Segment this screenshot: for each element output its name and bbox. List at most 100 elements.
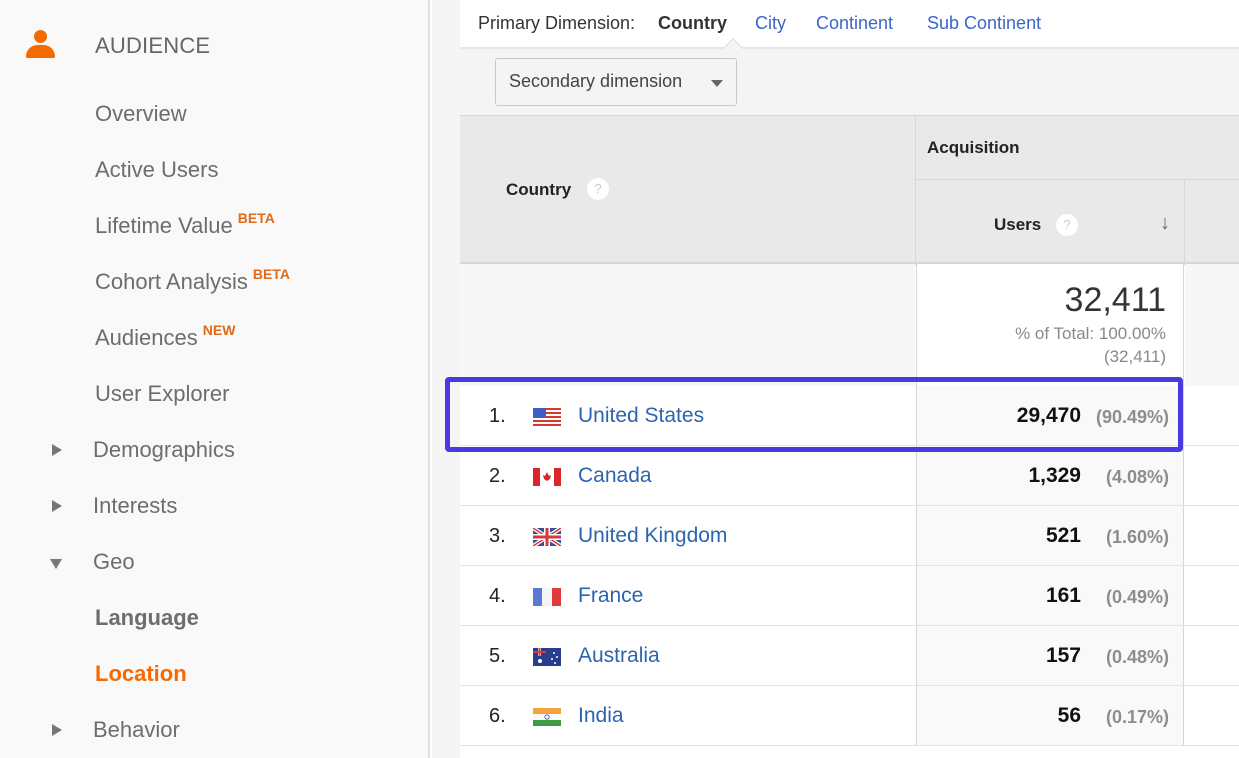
users-percent: (1.60%) (1105, 527, 1169, 547)
dimension-country-current: Country (658, 13, 727, 33)
sort-descending-icon[interactable]: ↓ (1160, 212, 1170, 235)
users-cell: 56 (0.17%) (916, 686, 1184, 745)
table-row: 2. Canada 1,329 (4.08%) (460, 446, 1239, 506)
country-link[interactable]: Canada (578, 464, 652, 488)
header-divider (916, 179, 1239, 180)
users-cell: 521 (1.60%) (916, 506, 1184, 565)
dimension-continent-link[interactable]: Continent (816, 13, 893, 34)
table-header: Country ? Acquisition Users ? ↓ (460, 115, 1239, 265)
sidebar-item-behavior[interactable]: Behavior (93, 717, 180, 743)
users-value: 1,329 (1028, 464, 1081, 487)
total-absolute-line: (32,411) (1103, 347, 1166, 366)
row-rank: 3. (489, 525, 506, 547)
au-flag-icon (533, 648, 561, 666)
total-row: 32,411 % of Total: 100.00% (32,411) (460, 264, 1239, 386)
sidebar-item-label: Behavior (93, 717, 180, 742)
country-link[interactable]: Australia (578, 644, 660, 668)
sidebar-item-label: Audiences (95, 325, 198, 350)
row-rank: 2. (489, 465, 506, 487)
total-label-cell (460, 264, 915, 386)
users-value: 521 (1045, 524, 1081, 547)
users-column-header[interactable]: Users (994, 215, 1041, 235)
country-link[interactable]: India (578, 704, 624, 728)
column-divider (915, 116, 916, 265)
sidebar: AUDIENCE Overview Active Users Lifetime … (0, 0, 430, 758)
secondary-dimension-label: Secondary dimension (509, 71, 683, 91)
sidebar-item-audiences[interactable]: Audiences NEW (95, 322, 236, 351)
primary-dimension-bar: Primary Dimension: Country City Continen… (460, 0, 1239, 49)
users-value: 157 (1045, 644, 1081, 667)
gb-flag-icon (531, 526, 563, 548)
sidebar-item-label: Location (95, 661, 187, 686)
table-row: 5. Australia 157 (0.48%) (460, 626, 1239, 686)
table-row: 4. France 161 (0.49%) (460, 566, 1239, 626)
sidebar-item-label: Language (95, 605, 199, 630)
users-value: 29,470 (1016, 404, 1081, 427)
row-rank: 4. (489, 585, 506, 607)
sidebar-item-label: Active Users (95, 157, 219, 182)
sidebar-item-label: Interests (93, 493, 178, 518)
users-value: 56 (1057, 704, 1081, 727)
users-percent: (0.48%) (1105, 647, 1169, 667)
sidebar-item-label: Cohort Analysis (95, 269, 248, 294)
audience-section-header[interactable]: AUDIENCE (0, 22, 428, 66)
users-percent: (0.17%) (1105, 707, 1169, 727)
sidebar-item-label: Demographics (93, 437, 235, 462)
users-cell: 1,329 (4.08%) (916, 446, 1184, 505)
secondary-dimension-dropdown[interactable]: Secondary dimension (495, 58, 737, 106)
sidebar-item-active-users[interactable]: Active Users (95, 157, 218, 183)
users-percent: (90.49%) (1095, 407, 1169, 427)
help-icon[interactable]: ? (1056, 214, 1078, 236)
country-link[interactable]: United States (578, 404, 704, 428)
country-link[interactable]: United Kingdom (578, 524, 727, 548)
acquisition-group-header: Acquisition (927, 138, 1020, 157)
total-users-cell: 32,411 % of Total: 100.00% (32,411) (916, 264, 1184, 386)
total-percent-line: % of Total: 100.00% (1015, 324, 1166, 343)
sidebar-item-location[interactable]: Location (95, 661, 187, 687)
in-flag-icon (533, 708, 561, 726)
sidebar-item-cohort-analysis[interactable]: Cohort Analysis BETA (95, 266, 290, 295)
table-toolbar: Secondary dimension (460, 49, 1239, 115)
expand-right-icon[interactable] (52, 724, 62, 736)
help-icon[interactable]: ? (587, 178, 609, 200)
sidebar-item-overview[interactable]: Overview (95, 101, 187, 127)
beta-badge: BETA (252, 266, 290, 282)
total-users-percent: % of Total: 100.00% (32,411) (1015, 322, 1166, 368)
country-link[interactable]: France (578, 584, 643, 608)
users-percent: (4.08%) (1105, 467, 1169, 487)
total-extra-cell (1185, 264, 1239, 386)
column-divider (1184, 180, 1185, 265)
fr-flag-icon (533, 588, 561, 606)
dimension-city-link[interactable]: City (755, 13, 786, 34)
sidebar-item-demographics[interactable]: Demographics (93, 437, 235, 463)
chevron-down-icon (711, 80, 723, 87)
row-rank: 6. (489, 705, 506, 727)
new-badge: NEW (202, 322, 236, 338)
table-row: 6. India 56 (0.17%) (460, 686, 1239, 746)
total-users-value: 32,411 (1064, 281, 1166, 319)
table-row: 1. United States 29,470 (90.49%) (460, 386, 1239, 446)
primary-dimension-label: Primary Dimension: (478, 13, 636, 33)
users-percent: (0.49%) (1105, 587, 1169, 607)
sidebar-item-interests[interactable]: Interests (93, 493, 177, 519)
gutter (432, 0, 460, 758)
expand-right-icon[interactable] (52, 444, 62, 456)
row-rank: 5. (489, 645, 506, 667)
sidebar-item-user-explorer[interactable]: User Explorer (95, 381, 229, 407)
section-title: AUDIENCE (95, 33, 211, 58)
collapse-down-icon[interactable] (50, 559, 62, 569)
ca-flag-icon (533, 468, 561, 486)
users-cell: 157 (0.48%) (916, 626, 1184, 685)
expand-right-icon[interactable] (52, 500, 62, 512)
report-panel: Primary Dimension: Country City Continen… (445, 0, 1239, 758)
sidebar-item-lifetime-value[interactable]: Lifetime Value BETA (95, 210, 275, 239)
row-rank: 1. (489, 405, 506, 427)
dimension-sub-continent-link[interactable]: Sub Continent (927, 13, 1041, 34)
sidebar-item-geo[interactable]: Geo (93, 549, 135, 575)
sidebar-item-label: Overview (95, 101, 187, 126)
users-cell: 29,470 (90.49%) (916, 386, 1184, 445)
person-icon (26, 30, 56, 60)
sidebar-item-label: Lifetime Value (95, 213, 233, 238)
country-column-header[interactable]: Country (506, 180, 571, 200)
sidebar-item-language[interactable]: Language (95, 605, 199, 631)
